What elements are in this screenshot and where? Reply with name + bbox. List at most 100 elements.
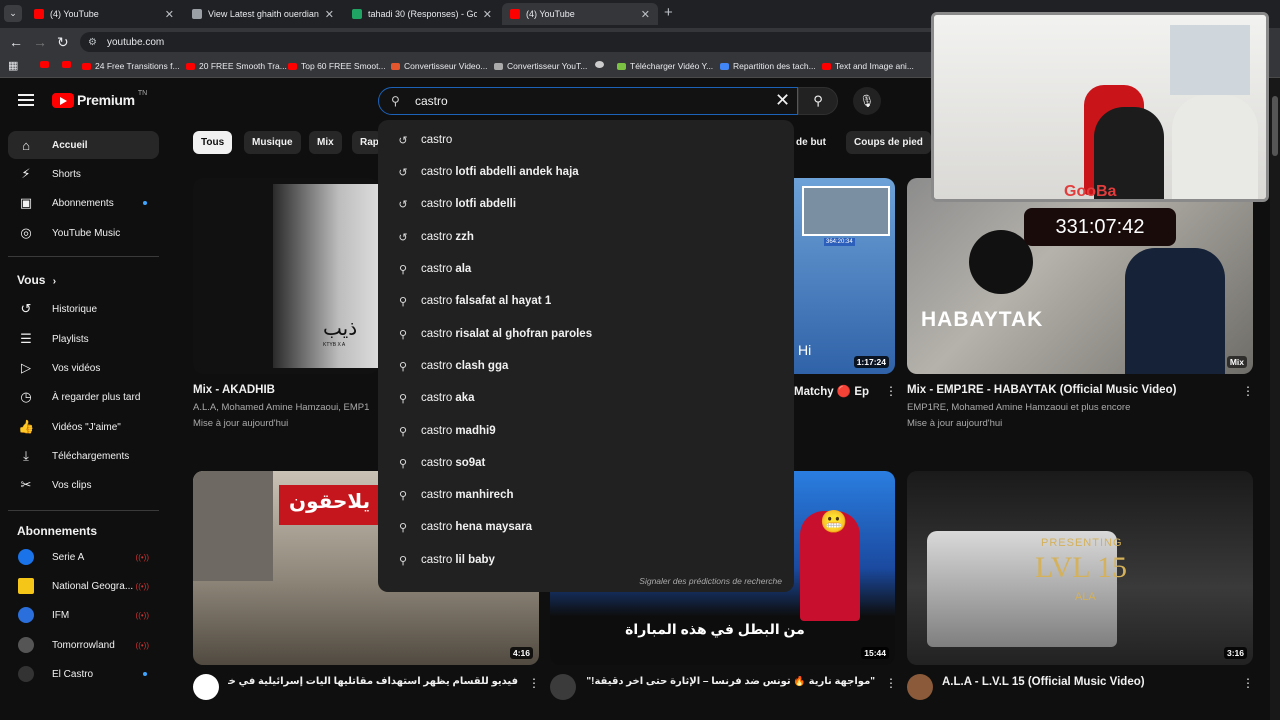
more-options-icon[interactable]: ⋮ bbox=[885, 384, 897, 398]
browser-tab-active[interactable]: (4) YouTube ✕ bbox=[502, 3, 658, 25]
history-icon: ↺ bbox=[398, 198, 408, 211]
menu-icon[interactable] bbox=[18, 94, 34, 106]
suggestion-item[interactable]: ⚲ castro manhirech bbox=[378, 480, 794, 510]
more-options-icon[interactable]: ⋮ bbox=[528, 676, 540, 690]
bookmark-item[interactable] bbox=[62, 61, 75, 68]
browser-tab[interactable]: (4) YouTube ✕ bbox=[26, 3, 182, 25]
chip-free-kicks[interactable]: Coups de pied bbox=[846, 131, 931, 154]
sidebar-item-youtube-music[interactable]: ◎ YouTube Music bbox=[8, 219, 159, 247]
sidebar-item-your-videos[interactable]: ▷ Vos vidéos bbox=[8, 354, 159, 382]
bookmark-item[interactable]: Text and Image ani... bbox=[822, 61, 914, 71]
video-channels[interactable]: A.L.A, Mohamed Amine Hamzaoui, EMP1 bbox=[193, 402, 379, 413]
sidebar-item-home[interactable]: ⌂ Accueil bbox=[8, 131, 159, 159]
sidebar-item-subscriptions[interactable]: ▣ Abonnements bbox=[8, 189, 159, 217]
subscription-channel[interactable]: IFM ((•)) bbox=[8, 601, 159, 629]
video-title[interactable]: Mix - AKADHIB bbox=[193, 384, 379, 396]
suggestion-item[interactable]: ⚲ castro so9at bbox=[378, 448, 794, 478]
more-options-icon[interactable]: ⋮ bbox=[1242, 676, 1254, 690]
voice-search-button[interactable]: 🎙 bbox=[853, 87, 881, 115]
forward-icon[interactable]: → bbox=[33, 34, 47, 50]
video-thumbnail[interactable]: ذيب KTYB X A bbox=[193, 178, 379, 374]
video-channels[interactable]: EMP1RE, Mohamed Amine Hamzaoui et plus e… bbox=[907, 402, 1237, 413]
bookmark-item[interactable]: 20 FREE Smooth Tra... bbox=[186, 61, 287, 71]
tab-list-button[interactable]: ⌄ bbox=[4, 5, 22, 22]
chip-all[interactable]: Tous bbox=[193, 131, 233, 154]
video-title[interactable]: Matchy 🔴 Ep bbox=[794, 384, 874, 398]
subscription-channel[interactable]: Tomorrowland ((•)) bbox=[8, 631, 159, 659]
youtube-icon bbox=[822, 62, 831, 70]
close-tab-icon[interactable]: ✕ bbox=[483, 8, 492, 21]
bookmark-item[interactable]: Top 60 FREE Smoot... bbox=[288, 61, 386, 71]
sidebar-item-downloads[interactable]: ⤓ Téléchargements bbox=[8, 442, 159, 470]
subscription-channel[interactable]: National Geogra... ((•)) bbox=[8, 572, 159, 600]
channel-avatar[interactable] bbox=[907, 674, 933, 700]
suggestion-item[interactable]: ⚲ castro ala bbox=[378, 254, 794, 284]
suggestion-item[interactable]: ⚲ castro lil baby bbox=[378, 545, 794, 575]
channel-avatar[interactable] bbox=[550, 674, 576, 700]
bookmark-item[interactable] bbox=[595, 61, 608, 68]
browser-tab[interactable]: tahadi 30 (Responses) - Google ✕ bbox=[344, 3, 500, 25]
more-options-icon[interactable]: ⋮ bbox=[885, 676, 897, 690]
suggestion-item[interactable]: ↺ castro lotfi abdelli andek haja bbox=[378, 157, 794, 187]
video-title[interactable]: فيديو للقسام يظهر استهداف مقاتليها آليات… bbox=[228, 676, 518, 687]
page-scrollbar[interactable] bbox=[1270, 78, 1280, 720]
suggestion-item[interactable]: ⚲ castro madhi9 bbox=[378, 416, 794, 446]
sidebar-item-watch-later[interactable]: ◷ À regarder plus tard bbox=[8, 383, 159, 411]
bookmark-item[interactable] bbox=[40, 61, 53, 68]
thumbnail-text: ذيب bbox=[323, 318, 358, 340]
suggestion-item[interactable]: ⚲ castro risalat al ghofran paroles bbox=[378, 319, 794, 349]
close-tab-icon[interactable]: ✕ bbox=[641, 8, 650, 21]
suggestion-item[interactable]: ⚲ castro hena maysara bbox=[378, 512, 794, 542]
watch-later-icon: ◷ bbox=[20, 389, 32, 404]
sidebar-item-liked-videos[interactable]: 👍 Vidéos "J'aime" bbox=[8, 413, 159, 441]
bookmark-item[interactable]: 24 Free Transitions f... bbox=[82, 61, 180, 71]
sidebar-item-shorts[interactable]: ⚡ Shorts bbox=[8, 160, 159, 188]
new-tab-icon[interactable]: + bbox=[664, 4, 673, 21]
apps-grid-icon[interactable]: ▦ bbox=[8, 59, 18, 72]
sidebar-item-clips[interactable]: ✂ Vos clips bbox=[8, 471, 159, 499]
scrollbar-thumb[interactable] bbox=[1272, 96, 1278, 156]
search-box[interactable]: ⚲ ✕ bbox=[378, 87, 798, 115]
search-icon: ⚲ bbox=[398, 328, 408, 341]
suggestion-item[interactable]: ↺ castro zzh bbox=[378, 222, 794, 252]
person-figure bbox=[1125, 248, 1225, 374]
close-tab-icon[interactable]: ✕ bbox=[325, 8, 334, 21]
bookmark-item[interactable]: Convertisseur Video... bbox=[391, 61, 487, 71]
site-info-icon[interactable]: ⚙ bbox=[88, 37, 97, 48]
you-heading[interactable]: Vous › bbox=[17, 273, 56, 287]
sidebar-item-history[interactable]: ↺ Historique bbox=[8, 295, 159, 323]
suggestion-item[interactable]: ⚲ castro falsafat al hayat 1 bbox=[378, 286, 794, 316]
search-input[interactable] bbox=[415, 92, 745, 110]
suggestion-item[interactable]: ⚲ castro clash gga bbox=[378, 351, 794, 381]
suggestion-item[interactable]: ↺ castro lotfi abdelli bbox=[378, 189, 794, 219]
video-title[interactable]: A.L.A - L.V.L 15 (Official Music Video) bbox=[942, 676, 1232, 688]
video-title[interactable]: "مواجهة نارية 🔥 تونس ضد فرنسا – الإثارة … bbox=[585, 676, 875, 687]
more-options-icon[interactable]: ⋮ bbox=[1242, 384, 1254, 398]
back-icon[interactable]: ← bbox=[9, 34, 23, 50]
video-thumbnail[interactable]: 364:20:34 Hi 1:17:24 bbox=[794, 178, 895, 374]
youtube-logo[interactable]: Premium TN bbox=[52, 90, 147, 108]
chip-mix[interactable]: Mix bbox=[309, 131, 342, 154]
chip-music[interactable]: Musique bbox=[244, 131, 301, 154]
search-button[interactable]: ⚲ bbox=[798, 87, 838, 115]
bookmark-item[interactable]: Repartition des tach... bbox=[720, 61, 816, 71]
chip-goal[interactable]: de but bbox=[788, 131, 834, 154]
clear-search-icon[interactable]: ✕ bbox=[775, 90, 790, 111]
video-title[interactable]: Mix - EMP1RE - HABAYTAK (Official Music … bbox=[907, 384, 1237, 396]
channel-avatar[interactable] bbox=[193, 674, 219, 700]
reload-icon[interactable]: ↻ bbox=[57, 34, 69, 51]
suggestion-item[interactable]: ⚲ castro aka bbox=[378, 383, 794, 413]
subscription-channel[interactable]: El Castro bbox=[8, 660, 159, 688]
music-icon: ◎ bbox=[20, 225, 32, 240]
video-thumbnail[interactable]: PRESENTING LVL 15 ALA 3:16 bbox=[907, 471, 1253, 665]
bookmark-item[interactable]: Télécharger Vidéo Y... bbox=[617, 61, 713, 71]
suggestion-item[interactable]: ↺ castro bbox=[378, 125, 794, 155]
sidebar-item-playlists[interactable]: ☰ Playlists bbox=[8, 325, 159, 353]
search-icon: ⚲ bbox=[398, 457, 408, 470]
close-tab-icon[interactable]: ✕ bbox=[165, 8, 174, 21]
bookmark-item[interactable]: Convertisseur YouT... bbox=[494, 61, 587, 71]
subscription-channel[interactable]: Serie A ((•)) bbox=[8, 543, 159, 571]
report-predictions-link[interactable]: Signaler des prédictions de recherche bbox=[639, 576, 782, 586]
search-icon: ⚲ bbox=[398, 554, 408, 567]
browser-tab[interactable]: View Latest ghaith ouerdiane b ✕ bbox=[184, 3, 342, 25]
